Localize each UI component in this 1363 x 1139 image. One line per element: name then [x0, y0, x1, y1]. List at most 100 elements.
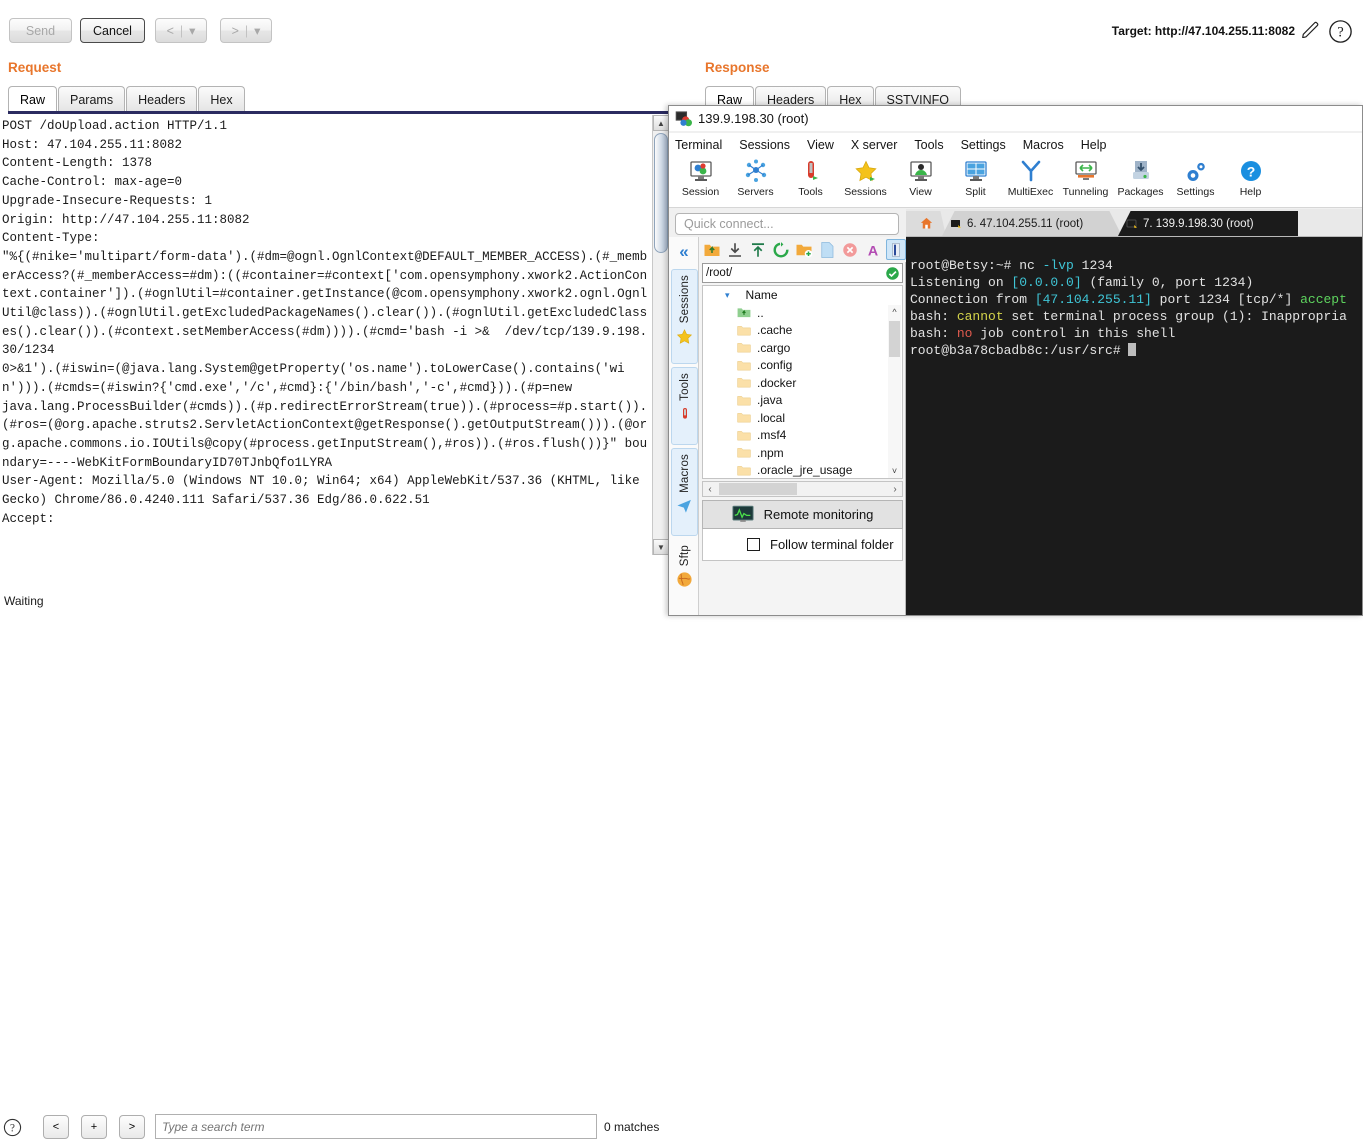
scrollbar-thumb[interactable] [654, 133, 668, 253]
delete-icon[interactable] [840, 239, 860, 260]
home-icon [920, 217, 932, 229]
menu-tools[interactable]: Tools [914, 138, 943, 152]
scroll-down-icon[interactable]: ˅ [888, 464, 901, 478]
new-folder-icon[interactable] [794, 239, 814, 260]
ribbon-tools-button[interactable]: Tools [783, 156, 838, 198]
ribbon-split-label: Split [965, 186, 986, 198]
list-item-label: .docker [757, 375, 797, 390]
scroll-up-icon[interactable]: ^ [888, 305, 901, 319]
side-tab-tools[interactable]: Tools [671, 367, 698, 445]
parent-folder-icon[interactable] [702, 239, 722, 260]
sftp-file-list[interactable]: .. .cache .cargo .config .docker .java .… [702, 304, 903, 479]
star-icon [676, 327, 694, 345]
menu-settings[interactable]: Settings [961, 138, 1006, 152]
chevron-double-left-icon[interactable]: « [672, 241, 696, 263]
list-item[interactable]: .cargo [703, 339, 902, 357]
remote-monitoring-button[interactable]: Remote monitoring [702, 500, 903, 529]
mobaxterm-window: 139.9.198.30 (root) Terminal Sessions Vi… [668, 105, 1363, 616]
scroll-right-icon[interactable]: › [888, 482, 902, 496]
sftp-vertical-scrollbar[interactable]: ^ ˅ [888, 305, 901, 478]
binary-mode-icon[interactable] [885, 239, 906, 260]
ribbon-tunneling-button[interactable]: Tunneling [1058, 156, 1113, 198]
tab-request-headers[interactable]: Headers [126, 86, 198, 112]
menu-x-server[interactable]: X server [851, 138, 898, 152]
text-mode-icon[interactable]: A [863, 239, 883, 260]
sftp-column-header[interactable]: ▾ Name [702, 285, 903, 304]
side-tab-macros[interactable]: Macros [671, 448, 698, 536]
ribbon-packages-button[interactable]: Packages [1113, 156, 1168, 198]
quick-connect-input[interactable]: Quick connect... [675, 213, 899, 235]
list-item[interactable]: .. [703, 304, 902, 322]
list-item[interactable]: .cache [703, 322, 902, 340]
download-icon[interactable] [725, 239, 745, 260]
menu-terminal[interactable]: Terminal [675, 138, 722, 152]
ribbon-servers-button[interactable]: Servers [728, 156, 783, 198]
back-caret-icon[interactable]: ▾ [189, 23, 195, 38]
tools-knife-icon [676, 405, 694, 423]
ribbon-settings-button[interactable]: Settings [1168, 156, 1223, 198]
list-item[interactable]: .config [703, 357, 902, 375]
ribbon-view-button[interactable]: View [893, 156, 948, 198]
ribbon-help-button[interactable]: ? Help [1223, 156, 1278, 198]
new-file-icon[interactable] [817, 239, 837, 260]
search-input[interactable] [155, 1114, 597, 1139]
back-button[interactable]: < | ▾ [155, 18, 207, 43]
svg-text:A: A [868, 243, 878, 259]
question-icon[interactable]: ? [3, 1118, 22, 1137]
send-button[interactable]: Send [9, 18, 72, 43]
ribbon-sessions-button[interactable]: Sessions [838, 156, 893, 198]
refresh-icon[interactable] [771, 239, 791, 260]
menu-sessions[interactable]: Sessions [739, 138, 790, 152]
scroll-down-icon[interactable]: ▼ [653, 539, 669, 555]
list-item[interactable]: .local [703, 409, 902, 427]
list-item[interactable]: .java [703, 392, 902, 410]
tab-session-7[interactable]: 7. 139.9.198.30 (root) [1118, 211, 1298, 236]
ribbon-split-button[interactable]: Split [948, 156, 1003, 198]
terminal-output[interactable]: root@Betsy:~# nc -lvp 1234 Listening on … [906, 237, 1362, 615]
list-item[interactable]: .oracle_jre_usage [703, 462, 902, 479]
request-tab-underline [8, 111, 668, 114]
scrollbar-thumb[interactable] [719, 483, 797, 495]
menu-macros[interactable]: Macros [1023, 138, 1064, 152]
follow-terminal-folder-row[interactable]: Follow terminal folder [702, 529, 903, 561]
tab-request-raw[interactable]: Raw [8, 86, 58, 112]
tab-request-params[interactable]: Params [58, 86, 126, 112]
mobaxterm-menubar: Terminal Sessions View X server Tools Se… [669, 133, 1362, 156]
menu-view[interactable]: View [807, 138, 834, 152]
ribbon-session-button[interactable]: Session [673, 156, 728, 198]
sftp-toolbar: A [699, 237, 906, 262]
scroll-left-icon[interactable]: ‹ [703, 482, 717, 496]
list-item[interactable]: .npm [703, 444, 902, 462]
question-icon[interactable]: ? [1328, 19, 1353, 44]
menu-help[interactable]: Help [1081, 138, 1107, 152]
forward-caret-icon[interactable]: ▾ [254, 23, 260, 38]
tab-session-6[interactable]: 6. 47.104.255.11 (root) × [942, 211, 1122, 236]
quick-connect-area: Quick connect... [669, 209, 906, 237]
search-prev-button[interactable]: < [43, 1115, 69, 1139]
scrollbar-thumb[interactable] [889, 321, 900, 357]
side-tab-sessions[interactable]: Sessions [671, 269, 698, 364]
sftp-horizontal-scrollbar[interactable]: ‹ › [702, 481, 903, 497]
cancel-button[interactable]: Cancel [80, 18, 145, 43]
folder-icon [737, 413, 751, 423]
forward-button[interactable]: > | ▾ [220, 18, 272, 43]
ribbon-multiexec-button[interactable]: MultiExec [1003, 156, 1058, 198]
side-tab-sftp[interactable]: Sftp [671, 539, 698, 609]
sftp-path-input[interactable]: /root/ [702, 263, 903, 283]
request-raw-body[interactable]: POST /doUpload.action HTTP/1.1 Host: 47.… [0, 115, 652, 555]
list-item[interactable]: .msf4 [703, 427, 902, 445]
upload-icon[interactable] [748, 239, 768, 260]
follow-terminal-folder-checkbox[interactable] [747, 538, 760, 551]
tab-request-hex[interactable]: Hex [198, 86, 245, 112]
search-bar: ? < + > 0 matches [0, 556, 668, 1139]
folder-icon [737, 430, 751, 441]
search-next-button[interactable]: > [119, 1115, 145, 1139]
folder-icon [737, 465, 751, 476]
list-item[interactable]: .docker [703, 374, 902, 392]
pencil-icon[interactable] [1300, 20, 1322, 42]
search-add-button[interactable]: + [81, 1115, 107, 1139]
sort-caret-icon[interactable]: ▾ [725, 290, 730, 301]
scroll-up-icon[interactable]: ▲ [653, 115, 669, 131]
tab-home[interactable] [906, 211, 946, 236]
request-scrollbar[interactable]: ▲ ▼ [652, 115, 669, 555]
